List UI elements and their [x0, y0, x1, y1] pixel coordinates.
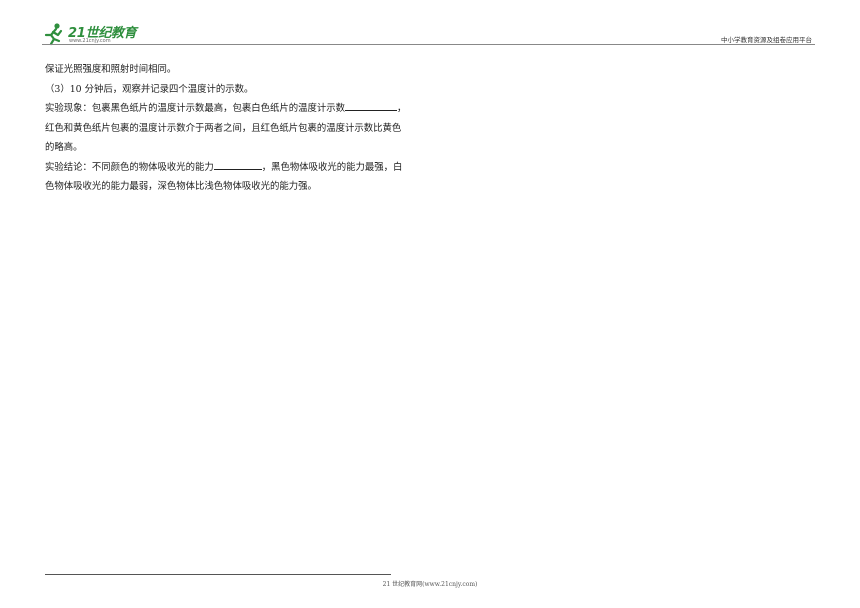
conclusion-text-end: ，黑色物体吸收光的能力最强，白 — [261, 161, 403, 173]
phenomenon-text: 实验现象：包裹黑色纸片的温度计示数最高，包裹白色纸片的温度计示数 — [45, 103, 346, 114]
answer-blank-1[interactable] — [345, 100, 398, 111]
footer-source: 21 世纪教育网(www.21cnjy.com) — [382, 581, 478, 588]
document-body: 保证光照强度和照射时间相同。 （3）10 分钟后，观察并记录四个温度计的示数。 … — [45, 60, 435, 197]
text-line-4: 红色和黄色纸片包裹的温度计示数介于两者之间，且红色纸片包裹的温度计示数比黄色 — [45, 122, 402, 134]
answer-blank-2[interactable] — [213, 159, 262, 170]
footer-divider — [45, 574, 391, 575]
site-logo: 21世纪教育 www.21cnjy.com — [42, 22, 142, 46]
runner-logo-icon — [44, 23, 63, 46]
text-line-5: 的略高。 — [45, 142, 83, 153]
phenomenon-text-end: ， — [397, 103, 407, 114]
text-line-3: 实验现象：包裹黑色纸片的温度计示数最高，包裹白色纸片的温度计示数 ， — [45, 99, 435, 119]
text-line-6: 实验结论：不同颜色的物体吸收光的能力 ，黑色物体吸收光的能力最强，白 — [45, 158, 435, 178]
text-line-1: 保证光照强度和照射时间相同。 — [45, 64, 177, 75]
text-line-2: （3）10 分钟后，观察并记录四个温度计的示数。 — [45, 83, 254, 95]
conclusion-text: 实验结论：不同颜色的物体吸收光的能力 — [45, 161, 214, 173]
header-divider — [42, 44, 815, 45]
header-platform-title: 中小学教育资源及组卷应用平台 — [721, 36, 812, 44]
text-line-7: 色物体吸收光的能力最弱，深色物体比浅色物体吸收光的能力强。 — [45, 181, 317, 192]
